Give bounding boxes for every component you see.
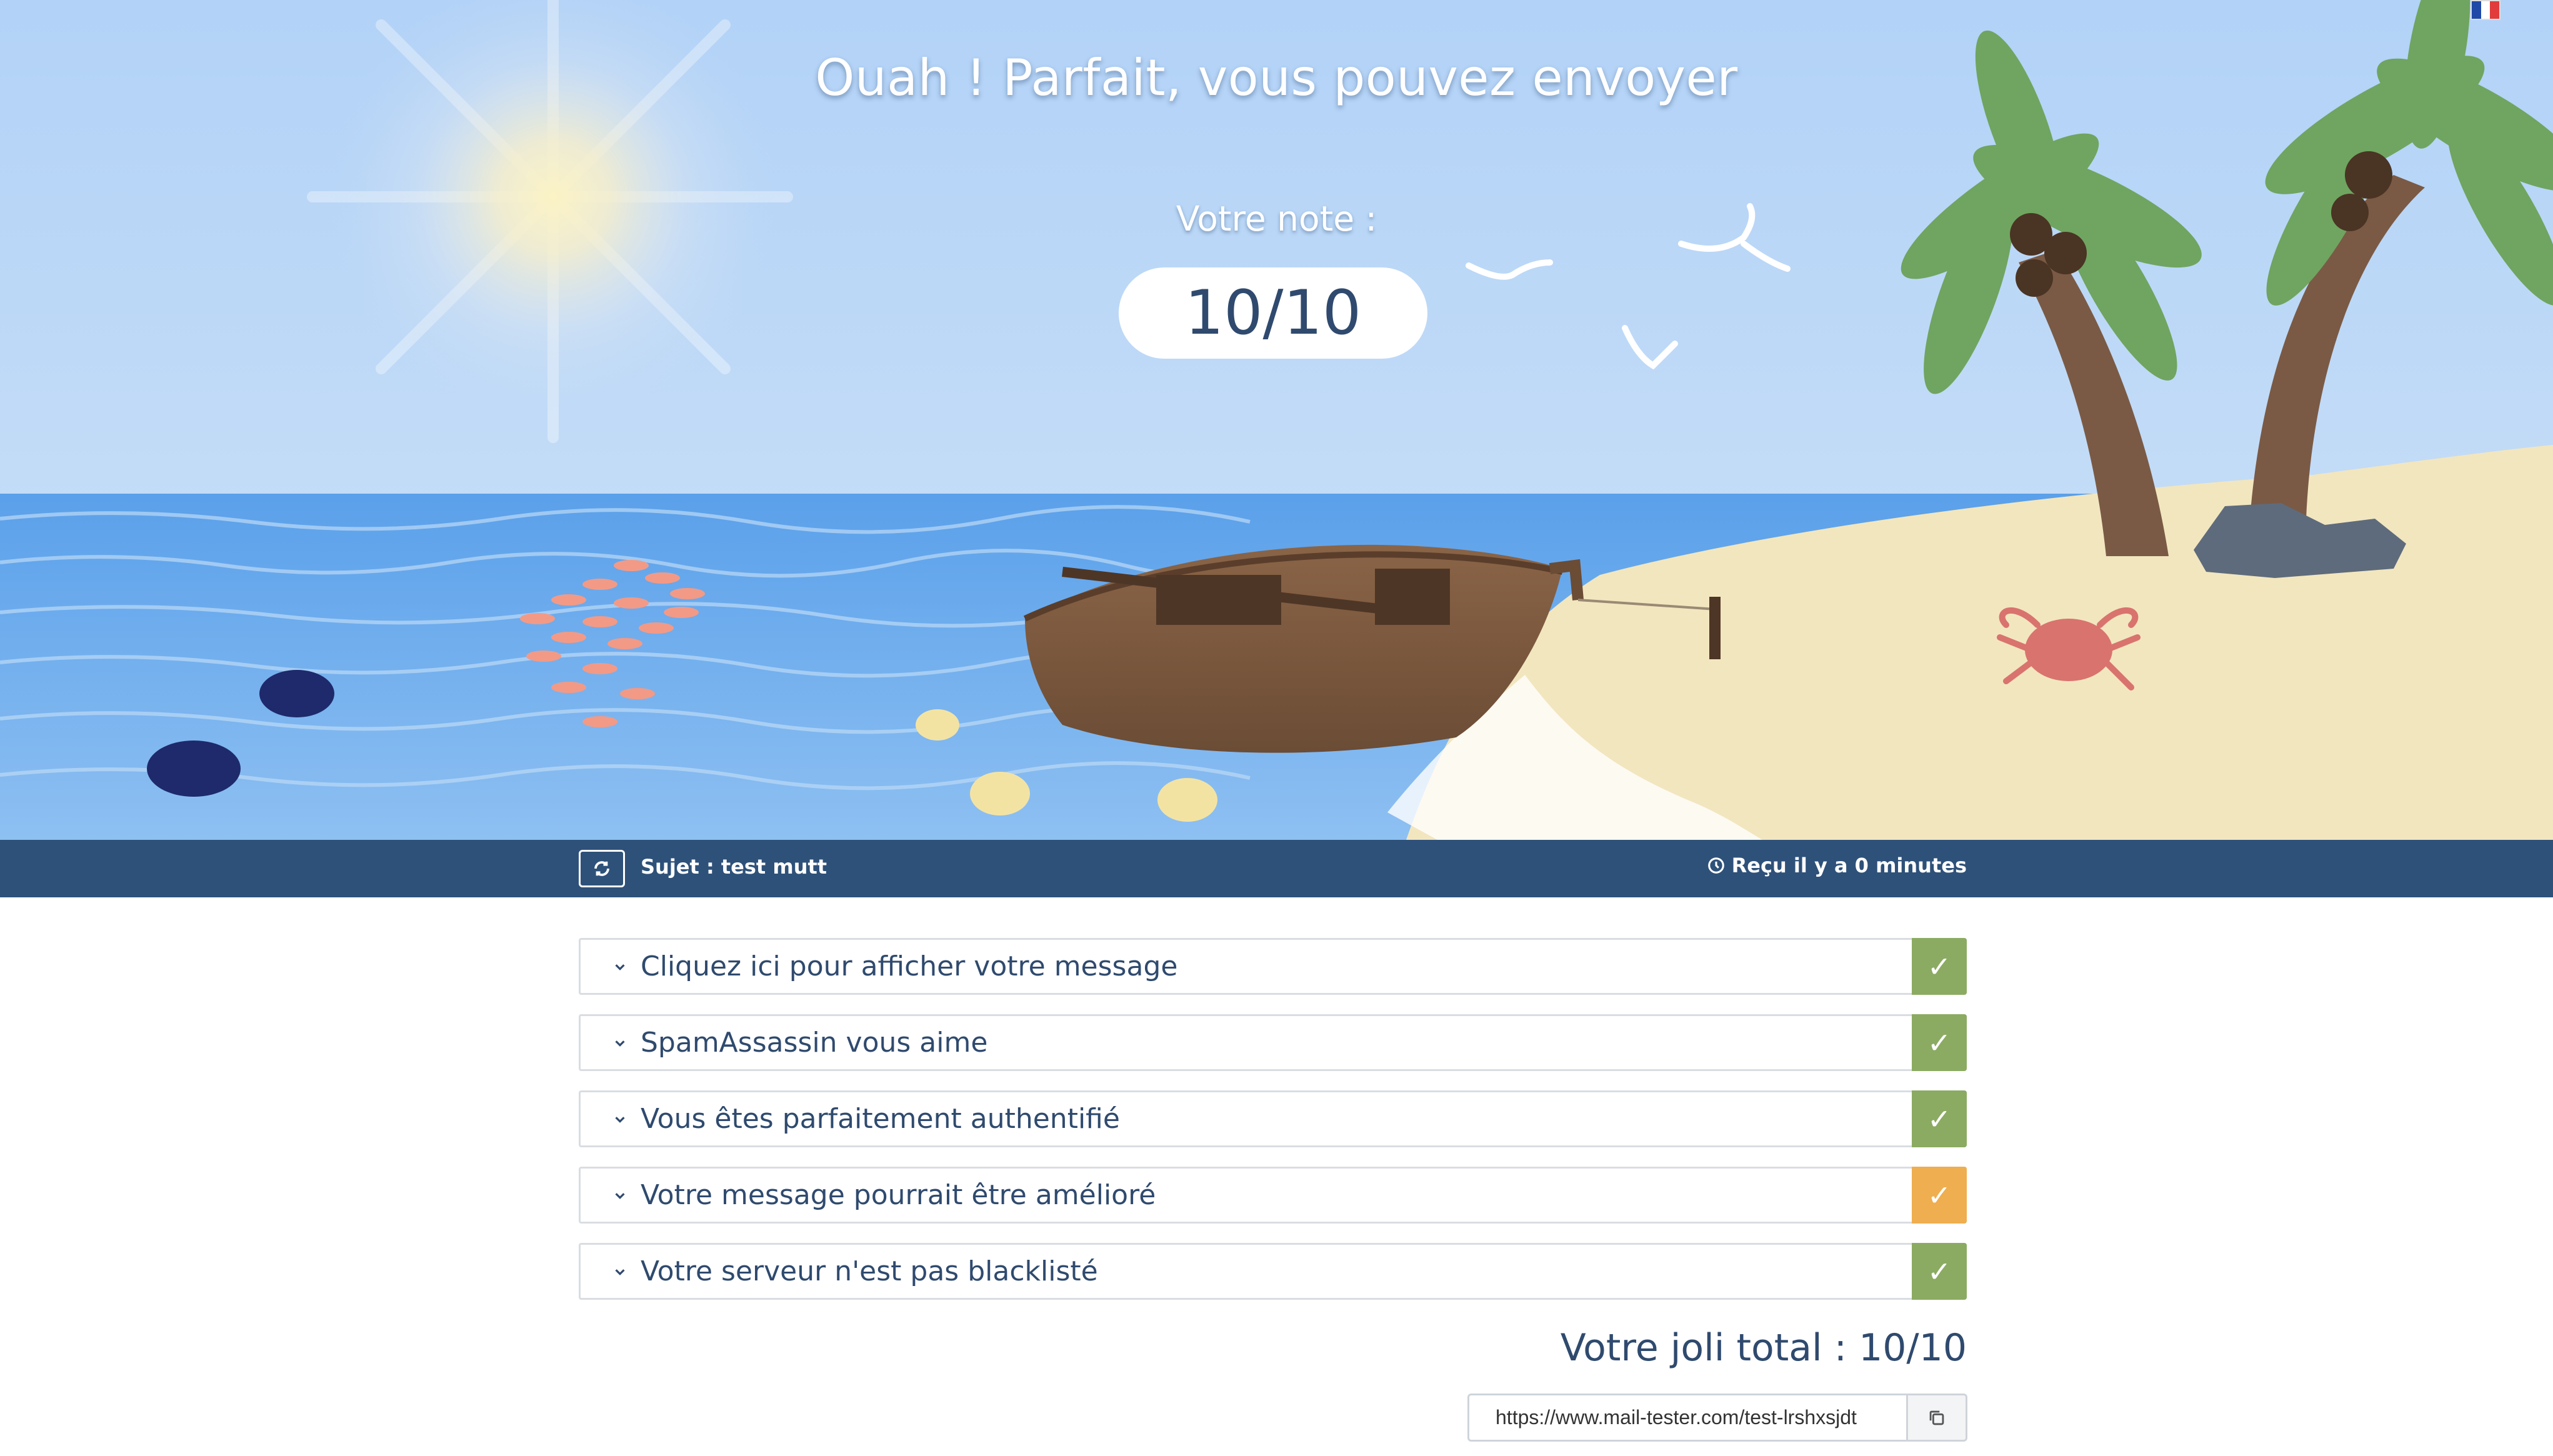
score-value: 10/10 [1119, 267, 1427, 359]
result-label: SpamAssassin vous aime [641, 1027, 988, 1059]
share-url-group: https://www.mail-tester.com/test-lrshxsj… [1467, 1394, 1967, 1442]
result-label: Vous êtes parfaitement authentifié [641, 1103, 1120, 1135]
email-subject: Sujet : test mutt [641, 855, 827, 879]
chevron-down-icon [613, 1189, 627, 1202]
result-row-blacklist[interactable]: Votre serveur n'est pas blacklisté ✓ [579, 1243, 1967, 1300]
copy-button[interactable] [1908, 1394, 1967, 1442]
received-time-text: Reçu il y a 0 minutes [1731, 854, 1967, 877]
hero-banner: Ouah ! Parfait, vous pouvez envoyer Votr… [0, 0, 2553, 840]
page: Ouah ! Parfait, vous pouvez envoyer Votr… [0, 0, 2553, 1456]
beach-illustration [0, 0, 2553, 840]
check-icon: ✓ [1912, 1167, 1967, 1224]
received-time: Reçu il y a 0 minutes [1707, 854, 1967, 877]
chevron-down-icon [613, 960, 627, 974]
result-row-message[interactable]: Cliquez ici pour afficher votre message … [579, 938, 1967, 995]
share-url-field[interactable]: https://www.mail-tester.com/test-lrshxsj… [1467, 1394, 1908, 1442]
result-label: Votre message pourrait être amélioré [641, 1179, 1156, 1211]
info-bar: Sujet : test mutt Reçu il y a 0 minutes [0, 840, 2553, 897]
fr-flag-icon[interactable] [2471, 0, 2501, 20]
check-icon: ✓ [1912, 1090, 1967, 1147]
check-icon: ✓ [1912, 1014, 1967, 1071]
chevron-down-icon [613, 1265, 627, 1279]
refresh-icon [594, 861, 609, 876]
total-score: Votre joli total : 10/10 [1560, 1326, 1967, 1370]
chevron-down-icon [613, 1036, 627, 1050]
result-row-improvements[interactable]: Votre message pourrait être amélioré ✓ [579, 1167, 1967, 1224]
refresh-button[interactable] [579, 850, 625, 887]
result-row-authentication[interactable]: Vous êtes parfaitement authentifié ✓ [579, 1090, 1967, 1147]
check-icon: ✓ [1912, 938, 1967, 995]
result-label: Votre serveur n'est pas blacklisté [641, 1255, 1098, 1287]
result-label: Cliquez ici pour afficher votre message [641, 950, 1178, 982]
result-headline: Ouah ! Parfait, vous pouvez envoyer [815, 49, 1738, 107]
check-icon: ✓ [1912, 1243, 1967, 1300]
copy-icon [1929, 1410, 1944, 1425]
score-label: Votre note : [1176, 199, 1377, 239]
result-row-spamassassin[interactable]: SpamAssassin vous aime ✓ [579, 1014, 1967, 1071]
clock-icon [1707, 856, 1726, 875]
results-list: Cliquez ici pour afficher votre message … [579, 938, 1967, 1319]
chevron-down-icon [613, 1112, 627, 1126]
